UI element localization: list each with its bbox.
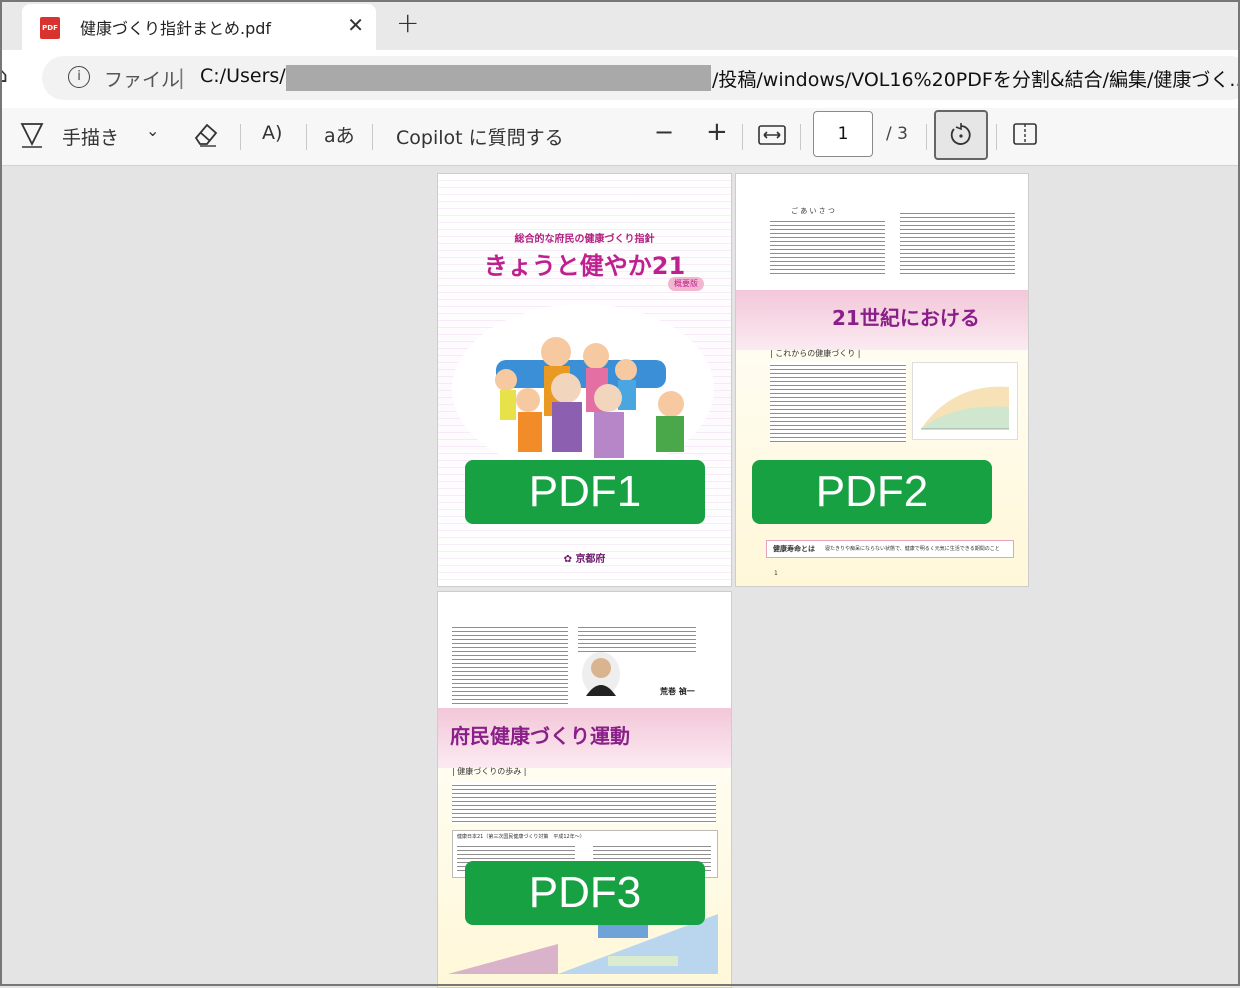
new-tab-button[interactable]: + (396, 6, 419, 39)
url-field[interactable]: i ファイル | C:/Users/ /投稿/windows/VOL16%20P… (42, 56, 1240, 100)
section-text (770, 362, 906, 442)
section-title: これからの健康づくり (775, 349, 856, 358)
fit-width-icon[interactable] (758, 124, 786, 151)
greeting-text-col1 (770, 218, 885, 276)
section-title: 健康づくりの歩み (457, 767, 522, 776)
pdf1-label-badge: PDF1 (465, 460, 705, 524)
eraser-icon[interactable] (192, 120, 220, 153)
chevron-down-icon[interactable]: ⌄ (146, 121, 159, 140)
toolbar-divider (372, 124, 373, 150)
page-view-icon[interactable] (1012, 122, 1040, 151)
cover-title: きょうと健やか21 (483, 252, 686, 280)
toolbar-divider (742, 124, 743, 150)
pdf-file-icon: PDF (40, 17, 60, 39)
population-chart (912, 362, 1018, 440)
title-bar: PDF 健康づくり指針まとめ.pdf ✕ + (0, 0, 1240, 51)
draw-icon[interactable] (20, 120, 44, 153)
signer-name: 荒巻 禎一 (660, 687, 695, 696)
section-text (452, 782, 716, 824)
summary-tag: 概要版 (668, 277, 704, 291)
org-label: 京都府 (575, 554, 606, 565)
portrait-photo (582, 652, 620, 696)
pdf-page-3[interactable]: 荒巻 禎一 府民健康づくり運動 | 健康づくりの歩み | 健康日本21（第三次国… (437, 591, 732, 988)
file-scheme-label: ファイル (104, 69, 181, 91)
org-name: ✿ 京都府 (563, 554, 606, 565)
toolbar-divider (240, 124, 241, 150)
toolbar-divider (800, 124, 801, 150)
toolbar-divider (306, 124, 307, 150)
pdf-page-1[interactable]: 総合的な府民の健康づくり指針 きょうと健やか21 概要版 ✿ 京都府 (437, 173, 732, 587)
close-tab-icon[interactable]: ✕ (347, 13, 364, 37)
section-heading: | これからの健康づくり | (770, 349, 861, 358)
pdf-toolbar: 手描き ⌄ A) aあ Copilot に質問する − + 1 / 3 (0, 108, 1240, 166)
read-aloud-icon[interactable]: A) (262, 122, 282, 144)
pdf-page-2[interactable]: ご あ い さ つ 21世紀における | これからの健康づくり | 健康寿命とは… (735, 173, 1029, 587)
url-suffix: /投稿/windows/VOL16%20PDFを分割&結合/編集/健康づく... (712, 69, 1240, 91)
section-heading: | 健康づくりの歩み | (452, 767, 527, 776)
policy-box-title: 健康日本21（第三次国民健康づくり対策 平成12年〜） (457, 834, 585, 840)
page-number-label: 1 (774, 570, 778, 577)
info-icon[interactable]: i (68, 66, 90, 88)
zoom-in-icon[interactable]: + (706, 117, 728, 147)
toolbar-divider (926, 124, 927, 150)
page-number-input[interactable]: 1 (813, 111, 873, 157)
tab-pdf[interactable]: PDF 健康づくり指針まとめ.pdf ✕ (22, 4, 376, 50)
message-text-col2 (578, 624, 696, 652)
greeting-text-col2 (900, 210, 1015, 276)
pdf3-label-badge: PDF3 (465, 861, 705, 925)
text-options-icon[interactable]: aあ (324, 121, 355, 148)
copilot-button[interactable]: Copilot に質問する (396, 123, 564, 150)
url-separator: | (178, 65, 185, 89)
family-illustration (495, 337, 684, 458)
redacted-url-segment (286, 65, 711, 91)
message-text-col1 (452, 624, 568, 706)
draw-label[interactable]: 手描き (62, 123, 119, 150)
zoom-out-icon[interactable]: − (654, 118, 674, 146)
cover-subtitle: 総合的な府民の健康づくり指針 (514, 234, 655, 245)
address-bar: ⌂ i ファイル | C:/Users/ /投稿/windows/VOL16%2… (0, 50, 1240, 108)
page2-heading: 21世紀における (832, 306, 980, 330)
rotate-button[interactable] (934, 110, 988, 160)
definition-title: 健康寿命とは (773, 545, 815, 553)
pdf2-label-badge: PDF2 (752, 460, 992, 524)
definition-box: 健康寿命とは 寝たきりや痴呆にならない状態で、健康で明るく元気に生活できる期間の… (766, 540, 1014, 558)
chart-graphic (921, 386, 1009, 430)
tab-title: 健康づくり指針まとめ.pdf (80, 19, 272, 38)
url-prefix: C:/Users/ (200, 65, 286, 87)
pdf-viewer[interactable]: 総合的な府民の健康づくり指針 きょうと健やか21 概要版 ✿ 京都府 PDF1 … (0, 166, 1240, 988)
page-total: / 3 (886, 124, 908, 144)
rotate-icon (950, 123, 971, 145)
page3-heading: 府民健康づくり運動 (450, 724, 630, 748)
greeting-heading: ご あ い さ つ (791, 207, 835, 215)
definition-text: 寝たきりや痴呆にならない状態で、健康で明るく元気に生活できる期間のこと (825, 546, 1000, 552)
toolbar-divider (996, 124, 997, 150)
home-icon[interactable]: ⌂ (0, 63, 8, 88)
